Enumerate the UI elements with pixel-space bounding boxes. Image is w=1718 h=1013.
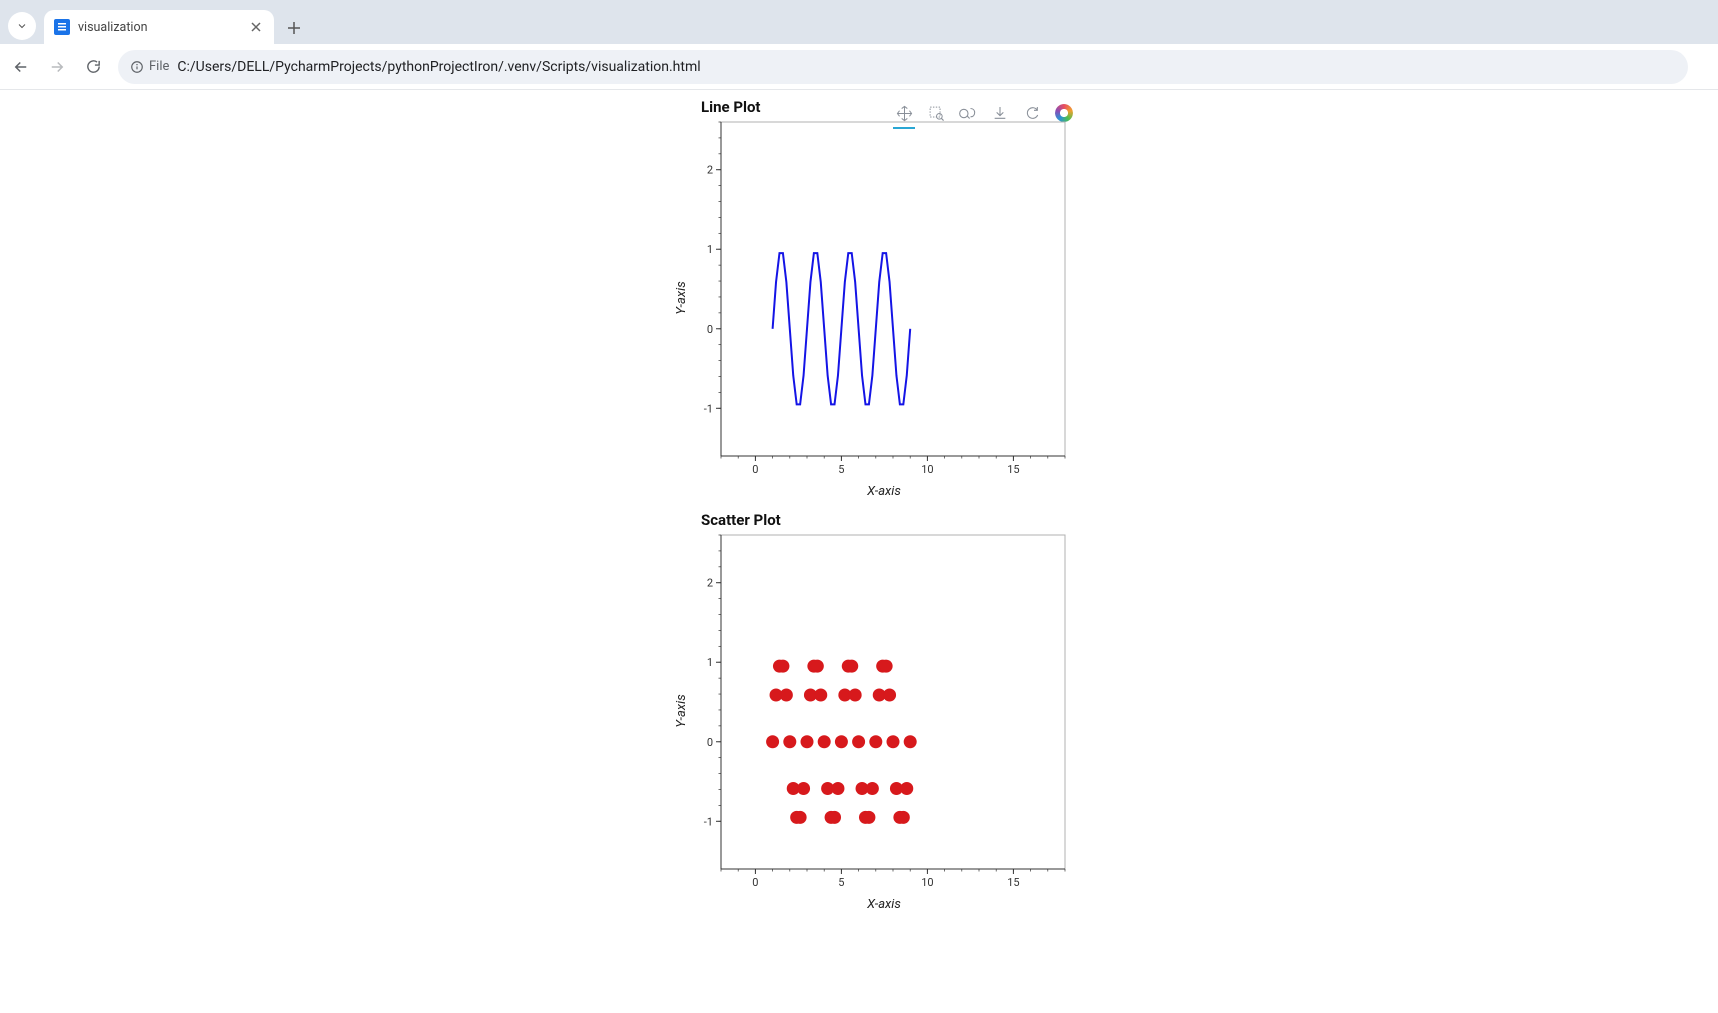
reload-button[interactable] [82, 56, 104, 78]
line-plot-title: Line Plot [699, 96, 1069, 120]
forward-button[interactable] [46, 56, 68, 78]
svg-text:10: 10 [921, 463, 933, 476]
svg-text:5: 5 [838, 876, 844, 889]
svg-text:-1: -1 [704, 402, 713, 415]
url-text: C:/Users/DELL/PycharmProjects/pythonProj… [177, 59, 700, 75]
tab-search-button[interactable] [8, 12, 36, 40]
chevron-down-icon [16, 20, 28, 32]
line-plot-ylabel: Y-axis [674, 281, 689, 314]
svg-text:10: 10 [921, 876, 933, 889]
arrow-right-icon [48, 58, 66, 76]
arrow-left-icon [12, 58, 30, 76]
scatter-plot-xlabel: X-axis [699, 897, 1069, 912]
back-button[interactable] [10, 56, 32, 78]
page-viewport: Line Plot Y-axis -1012051015 X-axis Scat… [0, 90, 1718, 912]
scatter-plot: Scatter Plot Y-axis -1012051015 X-axis [699, 509, 1069, 912]
svg-text:2: 2 [707, 577, 713, 590]
new-tab-button[interactable] [280, 14, 308, 42]
close-icon [251, 22, 261, 32]
tab-favicon-icon [54, 19, 70, 35]
reload-icon [85, 58, 102, 75]
line-plot: Line Plot Y-axis -1012051015 X-axis [699, 96, 1069, 499]
svg-text:-1: -1 [704, 815, 713, 828]
svg-text:0: 0 [752, 876, 758, 889]
browser-tab[interactable]: visualization [44, 10, 274, 44]
browser-chrome: visualization File C:/Users/DELL/Pycharm… [0, 0, 1718, 90]
svg-text:0: 0 [707, 323, 713, 336]
scatter-plot-canvas[interactable]: -1 0 1 2 0 5 10 15 [699, 533, 1069, 893]
file-chip: File [130, 59, 169, 74]
address-bar: File C:/Users/DELL/PycharmProjects/pytho… [0, 44, 1718, 90]
svg-text:1: 1 [707, 656, 713, 669]
tab-close-button[interactable] [248, 19, 264, 35]
file-chip-label: File [149, 59, 169, 74]
svg-text:2: 2 [707, 164, 713, 177]
svg-text:0: 0 [752, 463, 758, 476]
tab-strip: visualization [0, 0, 1718, 44]
plot-column: Line Plot Y-axis -1012051015 X-axis Scat… [649, 96, 1069, 912]
tab-title: visualization [78, 20, 240, 35]
line-plot-canvas[interactable]: -1 0 1 2 0 5 10 15 [699, 120, 1069, 480]
scatter-plot-title: Scatter Plot [699, 509, 1069, 533]
svg-text:15: 15 [1007, 876, 1019, 889]
line-plot-xlabel: X-axis [699, 484, 1069, 499]
scatter-plot-ylabel: Y-axis [674, 694, 689, 727]
plus-icon [287, 21, 301, 35]
omnibox[interactable]: File C:/Users/DELL/PycharmProjects/pytho… [118, 50, 1688, 84]
svg-text:1: 1 [707, 243, 713, 256]
svg-text:15: 15 [1007, 463, 1019, 476]
svg-text:5: 5 [838, 463, 844, 476]
svg-text:0: 0 [707, 736, 713, 749]
info-icon [130, 60, 144, 74]
